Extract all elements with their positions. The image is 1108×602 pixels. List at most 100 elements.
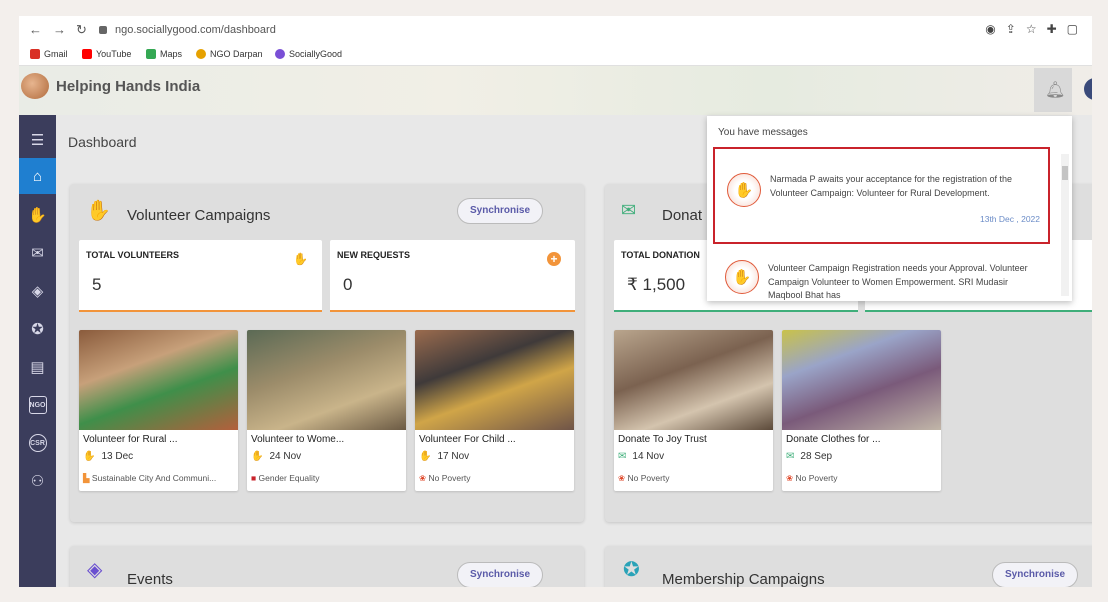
donation-icon: ✉ [621, 200, 637, 220]
browser-toolbar: ← → ↻ ngo.sociallygood.com/dashboard ◉⇪☆… [19, 16, 1092, 44]
bookmark-maps[interactable]: Maps [146, 49, 182, 59]
notification-date: 13th Dec , 2022 [979, 214, 1040, 224]
synchronise-button[interactable]: Synchronise [992, 562, 1079, 587]
gmail-icon [30, 49, 40, 59]
star-icon[interactable]: ☆ [1026, 22, 1047, 36]
campaign-image [415, 330, 574, 430]
volunteer-campaigns-panel: ✋ Volunteer Campaigns Synchronise TOTAL … [70, 184, 584, 522]
campaign-card[interactable]: Donate Clothes for ... ✉ 28 Sep ❀ No Pove… [782, 330, 941, 491]
sidebar-item-volunteer[interactable]: ✋ [19, 197, 56, 233]
scrollbar-thumb[interactable] [1062, 166, 1068, 180]
browser-actions: ◉⇪☆✚▢ [985, 22, 1088, 36]
add-request-icon[interactable]: + [547, 252, 561, 266]
stat-value: ₹ 1,500 [627, 275, 686, 294]
campaign-tag: ❀ No Poverty [786, 473, 838, 483]
stat-label: TOTAL DONATION [621, 250, 700, 260]
campaign-card[interactable]: Donate To Joy Trust ✉ 14 Nov ❀ No Poverty [614, 330, 773, 491]
bookmark-gmail[interactable]: Gmail [30, 49, 68, 59]
sidebar-item-ngo[interactable]: NGO [19, 387, 56, 423]
notifications-button[interactable]: 🔔︎ [1034, 68, 1072, 112]
membership-badge-icon: ✪ [623, 559, 640, 581]
panel-title: Membership Campaigns [662, 571, 825, 587]
notification-text: Narmada P awaits your acceptance for the… [770, 174, 1012, 198]
campaign-date: ✉ 14 Nov [618, 451, 665, 462]
gender-equality-icon: ■ [251, 473, 257, 483]
stat-value: 0 [343, 275, 353, 294]
app-header: Helping Hands India 🔔︎ [19, 66, 1092, 115]
volunteer-hands-icon: ✋ [293, 252, 308, 266]
volunteer-hands-icon: ✋ [725, 260, 759, 294]
bookmark-sociallygood[interactable]: SociallyGood [275, 49, 342, 59]
youtube-icon [82, 49, 92, 59]
donation-icon: ✉ [786, 451, 795, 462]
campaign-date: ✉ 28 Sep [786, 451, 833, 462]
bookmark-ngo-darpan[interactable]: NGO Darpan [196, 49, 263, 59]
volunteer-hands-icon: ✋ [83, 451, 96, 462]
campaign-title: Donate Clothes for ... [786, 434, 881, 445]
events-icon: ◈ [87, 559, 103, 581]
users-icon: ⚇ [30, 473, 45, 490]
stat-label: TOTAL VOLUNTEERS [86, 250, 180, 260]
campaign-card[interactable]: Volunteer For Child ... ✋ 17 Nov ❀ No Pov… [415, 330, 574, 491]
notification-item[interactable]: ✋ Volunteer Campaign Registration needs … [713, 253, 1050, 301]
bell-icon: 🔔︎ [1045, 82, 1066, 99]
sidebar-menu-toggle[interactable]: ☰ [19, 122, 56, 158]
notifications-scrollbar[interactable] [1061, 154, 1069, 296]
location-icon[interactable]: ◉ [985, 22, 1005, 36]
avatar[interactable] [1084, 78, 1092, 100]
sidebar: ☰ ⌂ ✋ ✉ ◈ ✪ ▤ NGO CSR ⚇ [19, 115, 56, 587]
campaign-tag: ❀ No Poverty [618, 473, 670, 483]
synchronise-button[interactable]: Synchronise [457, 198, 544, 224]
volunteer-hands-icon: ✋ [28, 207, 47, 224]
stat-bar [865, 310, 1092, 312]
lock-icon [99, 26, 107, 34]
campaign-tag: ▙ Sustainable City And Communi... [83, 473, 217, 483]
campaign-card[interactable]: Volunteer for Rural ... ✋ 13 Dec ▙ Sustai… [79, 330, 238, 491]
sidebar-item-membership[interactable]: ✪ [19, 311, 56, 347]
events-panel: ◈ Events Synchronise [70, 546, 584, 587]
reload-icon[interactable]: ↻ [76, 22, 87, 38]
no-poverty-icon: ❀ [786, 473, 794, 483]
city-icon: ▙ [83, 473, 90, 483]
share-icon[interactable]: ⇪ [1006, 22, 1026, 36]
stat-label: NEW REQUESTS [337, 250, 411, 260]
campaign-date: ✋ 24 Nov [251, 451, 302, 462]
sidebar-item-home[interactable]: ⌂ [19, 158, 56, 194]
page-title: Dashboard [68, 134, 137, 150]
sidepanel-icon[interactable]: ▢ [1067, 22, 1088, 36]
notification-item[interactable]: ✋ Narmada P awaits your acceptance for t… [713, 147, 1050, 244]
menu-icon: ☰ [30, 132, 45, 149]
address-bar[interactable]: ngo.sociallygood.com/dashboard [99, 21, 979, 40]
no-poverty-icon: ❀ [419, 473, 427, 483]
stat-value: 5 [92, 275, 102, 294]
bookmark-youtube[interactable]: YouTube [82, 49, 131, 59]
stat-bar [79, 310, 322, 312]
volunteer-hands-icon: ✋ [727, 173, 761, 207]
stat-bar [614, 310, 858, 312]
extensions-icon[interactable]: ✚ [1047, 22, 1067, 36]
synchronise-button[interactable]: Synchronise [457, 562, 544, 587]
notifications-dropdown: You have messages ✋ Narmada P awaits you… [707, 116, 1072, 301]
donation-icon: ✉ [31, 245, 44, 262]
org-name: Helping Hands India [56, 78, 201, 95]
campaign-tag: ❀ No Poverty [419, 473, 471, 483]
volunteer-hands-icon: ✋ [86, 200, 111, 222]
org-logo [21, 73, 49, 99]
campaign-image [614, 330, 773, 430]
back-icon[interactable]: ← [29, 22, 42, 37]
maps-icon [146, 49, 156, 59]
sidebar-item-users[interactable]: ⚇ [19, 463, 56, 499]
notification-text: Volunteer Campaign Registration needs yo… [768, 263, 1028, 300]
campaign-tag: ■ Gender Equality [251, 473, 320, 483]
browser-window: ← → ↻ ngo.sociallygood.com/dashboard ◉⇪☆… [19, 16, 1092, 587]
ngo-darpan-icon [196, 49, 206, 59]
sidebar-item-contacts[interactable]: ▤ [19, 349, 56, 385]
sidebar-item-events[interactable]: ◈ [19, 273, 56, 309]
sociallygood-icon [275, 49, 285, 59]
campaign-card[interactable]: Volunteer to Wome... ✋ 24 Nov ■ Gender Eq… [247, 330, 406, 491]
forward-icon[interactable]: → [53, 22, 66, 37]
sidebar-item-donation[interactable]: ✉ [19, 235, 56, 271]
sidebar-item-csr[interactable]: CSR [19, 425, 56, 461]
address-url: ngo.sociallygood.com/dashboard [115, 24, 276, 36]
campaign-date: ✋ 13 Dec [83, 451, 134, 462]
